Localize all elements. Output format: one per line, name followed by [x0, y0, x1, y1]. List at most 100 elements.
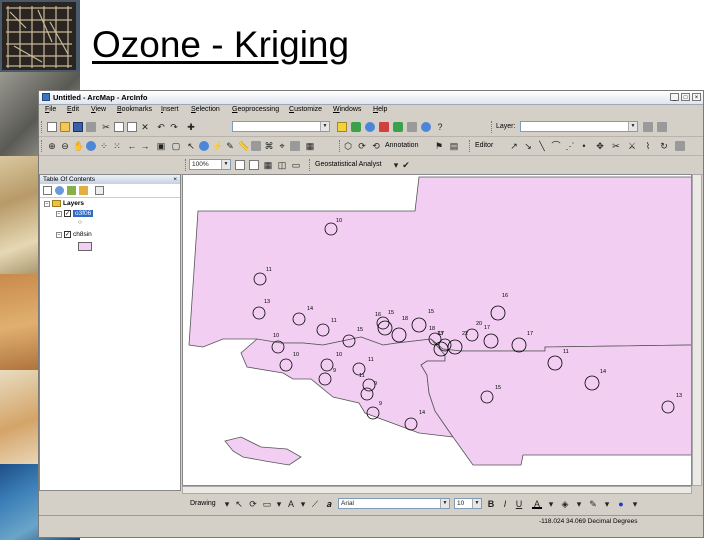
- chevron-down-icon[interactable]: ▾: [274, 499, 284, 509]
- identify-icon[interactable]: [199, 141, 209, 151]
- straight-segment-icon[interactable]: ╲: [537, 141, 547, 151]
- collapse-icon[interactable]: −: [56, 210, 62, 217]
- reshape-icon[interactable]: ✂: [611, 141, 621, 151]
- layer-visibility-checkbox[interactable]: ✓: [64, 231, 71, 238]
- close-button[interactable]: ×: [692, 93, 701, 101]
- layer-name-basin[interactable]: ch8sin: [73, 231, 92, 238]
- toolbar-grip[interactable]: [339, 140, 342, 152]
- maximize-button[interactable]: □: [681, 93, 690, 101]
- toc-layer-basin[interactable]: − ✓ ch8sin: [56, 231, 92, 238]
- layout-page-icon[interactable]: [235, 160, 245, 170]
- underline-button[interactable]: U: [514, 499, 524, 509]
- python-window-icon[interactable]: [407, 122, 417, 132]
- trace-icon[interactable]: ⋰: [565, 141, 575, 151]
- select-features-icon[interactable]: ▣: [156, 141, 166, 151]
- zoom-out-icon[interactable]: ⊖: [60, 141, 70, 151]
- forward-extent-icon[interactable]: →: [140, 141, 150, 151]
- spatial-analyst-icon[interactable]: [643, 122, 653, 132]
- list-by-source-icon[interactable]: [55, 186, 64, 195]
- histogram-icon[interactable]: [657, 122, 667, 132]
- toolbar-grip[interactable]: [309, 159, 312, 171]
- add-data-icon[interactable]: ✚: [186, 122, 196, 132]
- font-icon[interactable]: 𝒂: [324, 499, 334, 509]
- map-horizontal-scrollbar[interactable]: [182, 486, 692, 494]
- layout-toggle-icon[interactable]: ▭: [291, 160, 301, 170]
- end-point-arc-icon[interactable]: ⌒: [551, 141, 561, 151]
- cut-icon[interactable]: ✂: [101, 122, 111, 132]
- save-icon[interactable]: [73, 122, 83, 132]
- paste-icon[interactable]: [127, 122, 137, 132]
- zoom-level-combo[interactable]: 100% ▼: [189, 159, 231, 170]
- chevron-down-icon[interactable]: ▾: [546, 499, 556, 509]
- menu-selection[interactable]: Selection: [191, 106, 220, 113]
- layer-combo[interactable]: ▼: [520, 121, 638, 132]
- rotate-feature-icon[interactable]: ↻: [659, 141, 669, 151]
- toc-close-button[interactable]: ×: [173, 175, 177, 184]
- redo-icon[interactable]: ↷: [169, 122, 179, 132]
- list-by-visibility-icon[interactable]: [67, 186, 76, 195]
- zoom-in-icon[interactable]: ⊕: [47, 141, 57, 151]
- go-to-xy-icon[interactable]: ⌖: [277, 141, 287, 151]
- menu-bookmarks[interactable]: Bookmarks: [117, 106, 152, 113]
- menu-file[interactable]: File: [45, 106, 56, 113]
- create-viewer-icon[interactable]: ▦: [305, 141, 315, 151]
- select-elements-icon[interactable]: ↖: [186, 141, 196, 151]
- cut-polygons-icon[interactable]: ⚔: [627, 141, 637, 151]
- print-icon[interactable]: [86, 122, 96, 132]
- layer-name-ozone[interactable]: o3f06: [73, 210, 94, 217]
- toolbar-grip[interactable]: [41, 121, 44, 133]
- rotate-icon[interactable]: ⟳: [248, 499, 258, 509]
- open-folder-icon[interactable]: [60, 122, 70, 132]
- focus-data-frame-icon[interactable]: ◫: [277, 160, 287, 170]
- toc-layer-ozone[interactable]: − ✓ o3f06: [56, 210, 94, 217]
- geostatistical-analyst-label[interactable]: Geostatistical Analyst: [315, 161, 382, 168]
- edit-annotation-icon[interactable]: ↘: [523, 141, 533, 151]
- back-extent-icon[interactable]: ←: [127, 141, 137, 151]
- text-tool-icon[interactable]: A: [286, 499, 296, 509]
- layout-zoom-icon[interactable]: [249, 160, 259, 170]
- attributes-icon[interactable]: [675, 141, 685, 151]
- map-view[interactable]: 10 11 13 14 11 15 10 10 10 9 11 11 9 9 14 15 16 18 15 17 22 2…: [182, 174, 692, 486]
- bold-button[interactable]: B: [486, 499, 496, 509]
- rotate-clockwise-icon[interactable]: ⟲: [371, 141, 381, 151]
- toolbar-grip[interactable]: [491, 121, 494, 133]
- menu-geoprocessing[interactable]: Geoprocessing: [232, 106, 279, 113]
- time-slider-icon[interactable]: [290, 141, 300, 151]
- collapse-icon[interactable]: −: [56, 231, 62, 238]
- full-extent-icon[interactable]: [86, 141, 96, 151]
- catalog-icon[interactable]: [365, 122, 375, 132]
- editor-label[interactable]: Editor: [475, 142, 493, 149]
- toolbar-grip[interactable]: [185, 159, 188, 171]
- map-canvas[interactable]: 1011131411151010 109111199141516181517 222…: [183, 175, 692, 486]
- copy-icon[interactable]: [114, 122, 124, 132]
- model-builder-icon[interactable]: [421, 122, 431, 132]
- pan-icon[interactable]: ✋: [73, 141, 84, 151]
- list-by-drawing-order-icon[interactable]: [43, 186, 52, 195]
- undo-icon[interactable]: ↶: [156, 122, 166, 132]
- minimize-button[interactable]: _: [670, 93, 679, 101]
- line-color-icon[interactable]: ✎: [588, 499, 598, 509]
- toc-options-icon[interactable]: [95, 186, 104, 195]
- menu-windows[interactable]: Windows: [333, 106, 361, 113]
- geostatistical-wizard-icon[interactable]: ✔: [401, 160, 411, 170]
- delete-icon[interactable]: ✕: [140, 122, 150, 132]
- draw-icon[interactable]: ⬡: [343, 141, 353, 151]
- menu-customize[interactable]: Customize: [289, 106, 322, 113]
- toolbar-grip[interactable]: [41, 140, 44, 152]
- find-route-icon[interactable]: ⌘: [264, 141, 274, 151]
- pin-icon[interactable]: ⚑: [434, 141, 444, 151]
- edit-vertices-icon[interactable]: ⟋: [310, 499, 320, 509]
- menu-insert[interactable]: Insert: [161, 106, 179, 113]
- rotate-icon[interactable]: ⟳: [357, 141, 367, 151]
- font-color-icon[interactable]: A: [532, 499, 542, 509]
- find-icon[interactable]: [251, 141, 261, 151]
- chevron-down-icon[interactable]: ▾: [602, 499, 612, 509]
- whats-this-icon[interactable]: ?: [435, 122, 445, 132]
- chevron-down-icon[interactable]: ▾: [298, 499, 308, 509]
- layer-visibility-checkbox[interactable]: ✓: [64, 210, 71, 217]
- search-window-icon[interactable]: [379, 122, 389, 132]
- map-scale-combo[interactable]: ▼: [232, 121, 330, 132]
- menu-help[interactable]: Help: [373, 106, 387, 113]
- label-manager-icon[interactable]: ▤: [449, 141, 459, 151]
- menu-edit[interactable]: Edit: [67, 106, 79, 113]
